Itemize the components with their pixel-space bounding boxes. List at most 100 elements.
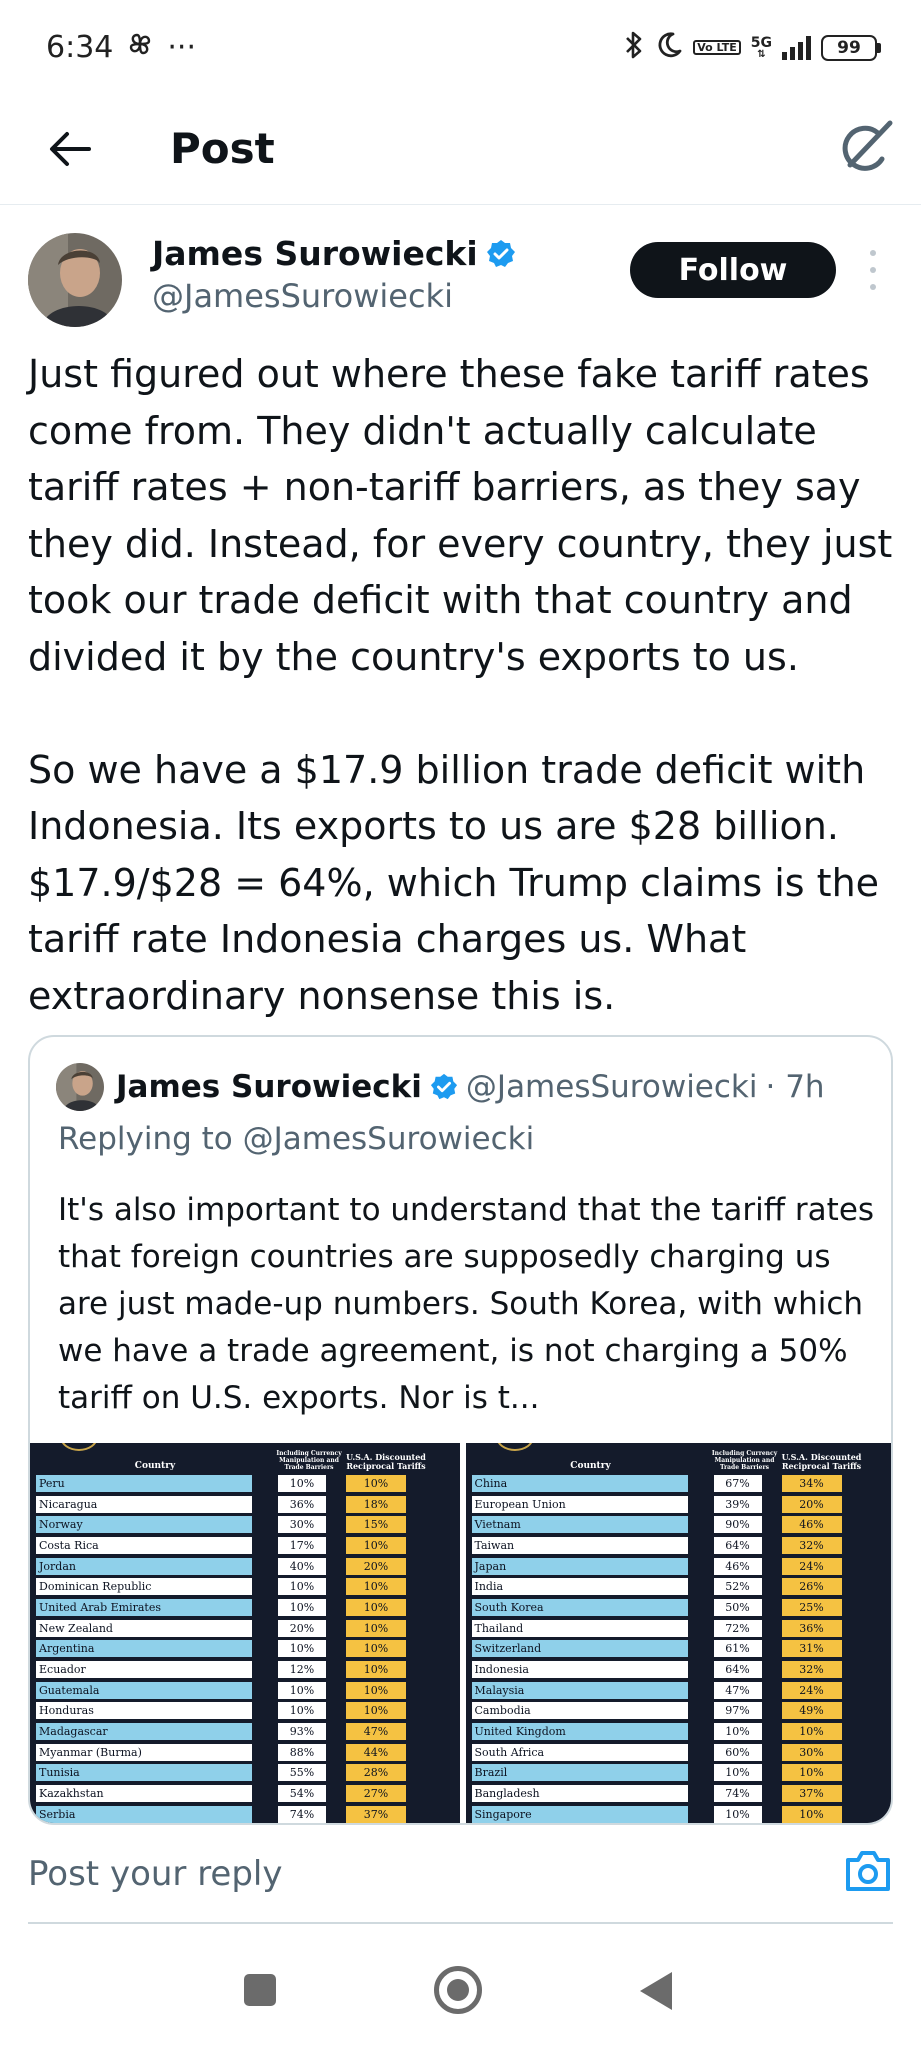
country-cell: Guatemala bbox=[36, 1681, 252, 1699]
back-button[interactable] bbox=[40, 119, 100, 179]
rate-cell: 10% bbox=[278, 1681, 326, 1699]
moon-icon bbox=[655, 31, 683, 65]
discount-cell: 10% bbox=[346, 1640, 406, 1658]
discount-cell: 10% bbox=[346, 1474, 406, 1492]
discount-cell: 15% bbox=[346, 1516, 406, 1534]
table-row: India 52% 26% bbox=[471, 1576, 890, 1597]
country-cell: Myanmar (Burma) bbox=[36, 1743, 252, 1761]
rate-cell: 52% bbox=[713, 1578, 762, 1596]
reply-bar[interactable]: Post your reply bbox=[28, 1820, 893, 1924]
verified-badge-icon bbox=[430, 1073, 457, 1100]
country-cell: Norway bbox=[36, 1516, 252, 1534]
system-nav-bar bbox=[0, 1930, 921, 2048]
rate-cell: 74% bbox=[713, 1785, 762, 1803]
quoted-post[interactable]: James Surowiecki @JamesSurowiecki · 7h R… bbox=[28, 1035, 893, 1825]
discount-cell: 24% bbox=[781, 1557, 842, 1575]
status-right: Vo LTE 5G ⇅ 99 bbox=[623, 30, 881, 66]
table-row: United Kingdom 10% 10% bbox=[471, 1721, 890, 1742]
rate-cell: 10% bbox=[278, 1598, 326, 1616]
rate-cell: 46% bbox=[713, 1557, 762, 1575]
quote-header: James Surowiecki @JamesSurowiecki · 7h bbox=[116, 1063, 825, 1111]
discount-cell: 28% bbox=[346, 1764, 406, 1782]
home-button[interactable] bbox=[434, 1966, 482, 2014]
table-row: Thailand 72% 36% bbox=[471, 1618, 890, 1639]
rate-cell: 40% bbox=[278, 1557, 326, 1575]
table-row: New Zealand 20% 10% bbox=[36, 1618, 454, 1639]
bluetooth-icon bbox=[623, 30, 645, 66]
country-cell: Switzerland bbox=[471, 1640, 688, 1658]
country-cell: Thailand bbox=[471, 1619, 688, 1637]
table-row: Nicaragua 36% 18% bbox=[36, 1494, 454, 1515]
table-row: Honduras 10% 10% bbox=[36, 1701, 454, 1722]
table-row: Bangladesh 74% 37% bbox=[471, 1783, 890, 1804]
header-country: Country bbox=[134, 1461, 176, 1471]
quote-author-name: James Surowiecki bbox=[116, 1069, 422, 1105]
follow-button[interactable]: Follow bbox=[630, 242, 836, 298]
rate-cell: 50% bbox=[713, 1598, 762, 1616]
status-bar: 6:34 ··· Vo LTE 5G ⇅ 99 bbox=[0, 0, 921, 95]
camera-button[interactable] bbox=[843, 1848, 893, 1894]
rate-cell: 36% bbox=[278, 1495, 326, 1513]
table-row: Norway 30% 15% bbox=[36, 1514, 454, 1535]
more-vertical-icon[interactable] bbox=[860, 250, 886, 290]
volte-indicator: Vo LTE bbox=[693, 40, 741, 55]
country-cell: South Korea bbox=[471, 1598, 688, 1616]
rate-cell: 90% bbox=[713, 1516, 762, 1534]
verified-badge-icon bbox=[486, 240, 515, 267]
country-cell: Cambodia bbox=[471, 1702, 688, 1720]
table-row: Argentina 10% 10% bbox=[36, 1639, 454, 1660]
reply-input[interactable]: Post your reply bbox=[28, 1854, 283, 1894]
country-cell: Tunisia bbox=[36, 1764, 252, 1782]
table-row: Dominican Republic 10% 10% bbox=[36, 1576, 454, 1597]
quote-author-handle: @JamesSurowiecki bbox=[465, 1069, 758, 1105]
country-cell: Vietnam bbox=[471, 1516, 688, 1534]
quote-media[interactable]: Country Including Currency Manipulation … bbox=[30, 1443, 891, 1823]
page-title: Post bbox=[170, 124, 275, 173]
discount-cell: 10% bbox=[346, 1681, 406, 1699]
table-row: Myanmar (Burma) 88% 44% bbox=[36, 1742, 454, 1763]
quote-replying-to: Replying to @JamesSurowiecki bbox=[58, 1121, 535, 1157]
table-row: Peru 10% 10% bbox=[36, 1473, 454, 1494]
tariff-table-left[interactable]: Country Including Currency Manipulation … bbox=[30, 1443, 460, 1823]
rate-cell: 55% bbox=[278, 1764, 326, 1782]
clock: 6:34 bbox=[46, 30, 114, 65]
app-header: Post bbox=[0, 95, 921, 205]
country-cell: Peru bbox=[36, 1474, 252, 1492]
rate-cell: 10% bbox=[278, 1578, 326, 1596]
grok-button[interactable] bbox=[832, 115, 898, 181]
discount-cell: 46% bbox=[781, 1516, 842, 1534]
header-country: Country bbox=[570, 1461, 611, 1471]
author-handle[interactable]: @JamesSurowiecki bbox=[152, 276, 453, 316]
rate-cell: 12% bbox=[278, 1661, 326, 1679]
system-back-button[interactable] bbox=[640, 1972, 672, 2010]
country-cell: New Zealand bbox=[36, 1619, 252, 1637]
table-row: South Africa 60% 30% bbox=[471, 1742, 890, 1763]
author-name[interactable]: James Surowiecki bbox=[152, 232, 478, 276]
table-row: Tunisia 55% 28% bbox=[36, 1763, 454, 1784]
table-row: Costa Rica 17% 10% bbox=[36, 1535, 454, 1556]
table-row: Kazakhstan 54% 27% bbox=[36, 1783, 454, 1804]
rate-cell: 10% bbox=[713, 1723, 762, 1741]
discount-cell: 32% bbox=[781, 1536, 842, 1554]
avatar[interactable] bbox=[28, 233, 122, 327]
signal-icon bbox=[782, 35, 811, 60]
discount-cell: 10% bbox=[346, 1536, 406, 1554]
rate-cell: 10% bbox=[278, 1702, 326, 1720]
table-row: European Union 39% 20% bbox=[471, 1494, 890, 1515]
quote-time: · 7h bbox=[765, 1069, 825, 1105]
discount-cell: 37% bbox=[781, 1785, 842, 1803]
table-row: Vietnam 90% 46% bbox=[471, 1514, 890, 1535]
recents-button[interactable] bbox=[244, 1974, 276, 2006]
tariff-table-right[interactable]: Country Including Currency Manipulation … bbox=[465, 1443, 891, 1823]
discount-cell: 34% bbox=[781, 1474, 842, 1492]
rate-cell: 60% bbox=[713, 1743, 762, 1761]
header-rate: Including Currency Manipulation and Trad… bbox=[711, 1450, 778, 1471]
discount-cell: 26% bbox=[781, 1578, 842, 1596]
table-rows: Peru 10% 10% Nicaragua 36% 18% Norway 30% 15% Cos… bbox=[36, 1473, 454, 1823]
country-cell: Madagascar bbox=[36, 1723, 252, 1741]
discount-cell: 10% bbox=[781, 1764, 842, 1782]
country-cell: Kazakhstan bbox=[36, 1785, 252, 1803]
quote-text: It's also important to understand that t… bbox=[58, 1192, 875, 1416]
country-cell: Taiwan bbox=[471, 1536, 688, 1554]
author-name-row[interactable]: James Surowiecki bbox=[152, 232, 516, 276]
